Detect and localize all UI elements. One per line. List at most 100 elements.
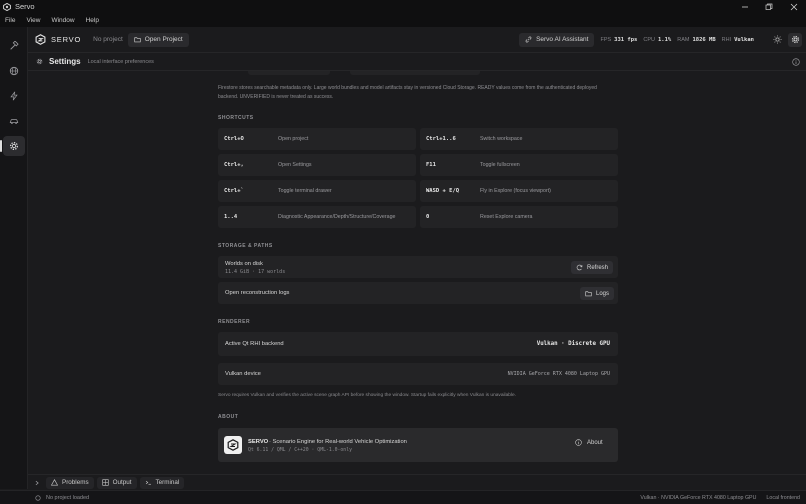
info-icon: [575, 439, 582, 446]
shortcut-row: 1..4 Diagnostic Appearance/Depth/Structu…: [218, 206, 416, 228]
ram-value: 1826 MB: [692, 36, 716, 43]
info-icon: [792, 57, 800, 66]
recon-logs-label: Open reconstruction logs: [225, 290, 290, 296]
reconstruction-logs-row: Open reconstruction logs Logs: [218, 282, 618, 304]
settings-content[interactable]: Firestore stores searchable metadata onl…: [28, 71, 806, 474]
lightning-icon: [10, 91, 18, 101]
close-button[interactable]: [782, 0, 806, 13]
shortcut-row: Ctrl+` Toggle terminal drawer: [218, 180, 416, 202]
brand-name: SERVO: [51, 35, 82, 44]
drawer-expand-button[interactable]: [34, 480, 40, 486]
rail-settings-button[interactable]: [3, 136, 25, 156]
cpu-value: 1.1%: [657, 36, 672, 43]
window-titlebar: Servo: [0, 0, 806, 13]
logs-label: Logs: [596, 290, 610, 297]
shortcut-row: Ctrl+O Open project: [218, 128, 416, 150]
scrolled-card-edge: [350, 71, 480, 75]
menu-bar: File View Window Help: [0, 13, 806, 27]
device-value: NVIDIA GeForce RTX 4080 Laptop GPU: [507, 371, 610, 377]
shortcut-row: 0 Reset Explore camera: [420, 206, 618, 228]
scrolled-card-edge: [248, 71, 330, 75]
shortcut-key: 0: [426, 214, 430, 220]
shortcut-row: Ctrl+1..6 Switch workspace: [420, 128, 618, 150]
vulkan-note: Servo requires Vulkan and verifies the a…: [218, 393, 517, 398]
tab-problems[interactable]: Problems: [46, 476, 94, 489]
open-project-button[interactable]: Open Project: [127, 32, 189, 47]
shortcut-desc: Open Settings: [278, 162, 312, 168]
shortcut-desc: Fly in Explore (focus viewport): [480, 188, 551, 194]
minimize-button[interactable]: [733, 0, 757, 13]
grid-icon: [101, 479, 109, 486]
shortcut-row: Ctrl+, Open Settings: [218, 154, 416, 176]
tab-terminal-label: Terminal: [155, 479, 180, 486]
servo-logo-icon: [35, 34, 46, 45]
globe-icon: [9, 66, 19, 76]
menu-file[interactable]: File: [5, 17, 15, 24]
logs-button[interactable]: Logs: [580, 287, 615, 300]
menu-view[interactable]: View: [26, 17, 40, 24]
storage-intro-text: Firestore stores searchable metadata onl…: [218, 85, 597, 100]
folder-icon: [134, 37, 141, 43]
settings-gear-icon: [36, 58, 43, 65]
header-settings-button[interactable]: [788, 32, 802, 47]
about-heading: ABOUT: [218, 414, 239, 420]
maximize-button[interactable]: [757, 0, 781, 13]
worlds-on-disk-row: Worlds on disk 11.4 GiB · 17 worlds Refr…: [218, 256, 618, 278]
window-title: Servo: [15, 2, 35, 11]
storage-heading: STORAGE & PATHS: [218, 243, 273, 249]
rail-vehicle-button[interactable]: [3, 111, 25, 131]
shortcut-desc: Toggle terminal drawer: [278, 188, 332, 194]
renderer-heading: RENDERER: [218, 319, 251, 325]
gear-icon: [10, 142, 18, 150]
page-header: Settings Local interface preferences: [28, 53, 806, 71]
about-button[interactable]: About: [575, 439, 603, 446]
status-circle-icon: [35, 494, 41, 501]
project-state: No project: [93, 36, 123, 43]
worlds-label: Worlds on disk: [225, 261, 263, 267]
open-project-label: Open Project: [144, 36, 183, 43]
shortcut-key: Ctrl+`: [224, 188, 244, 194]
info-button[interactable]: [792, 57, 800, 66]
terminal-icon: [145, 480, 151, 485]
refresh-button[interactable]: Refresh: [571, 261, 614, 274]
shortcut-row: WASD + E/Q Fly in Explore (focus viewpor…: [420, 180, 618, 202]
workspace-rail: [0, 27, 28, 489]
tab-terminal[interactable]: Terminal: [139, 476, 185, 489]
servo-badge-icon: [224, 436, 242, 454]
rhi-backend-row: Active Qt RHI backend Vulkan · Discrete …: [218, 332, 618, 356]
refresh-icon: [576, 264, 583, 271]
refresh-label: Refresh: [587, 264, 609, 271]
ai-assistant-label: Servo AI Assistant: [536, 36, 589, 43]
fps-value: 331 fps: [614, 36, 638, 43]
rail-runs-button[interactable]: [3, 86, 25, 106]
about-name: SERVO: [248, 439, 269, 445]
theme-toggle-button[interactable]: [770, 33, 784, 47]
link-icon: [525, 36, 532, 43]
fps-label: FPS: [600, 36, 612, 43]
shortcut-desc: Reset Explore camera: [480, 214, 533, 220]
app-header: SERVO No project Open Project Servo AI A…: [28, 27, 806, 53]
tab-problems-label: Problems: [62, 479, 89, 486]
menu-window[interactable]: Window: [51, 17, 74, 24]
tab-output[interactable]: Output: [96, 476, 137, 489]
worlds-detail: 11.4 GiB · 17 worlds: [225, 269, 286, 275]
gear-icon: [791, 35, 799, 44]
sun-icon: [772, 35, 782, 44]
menu-help[interactable]: Help: [86, 17, 99, 24]
rail-explore-button[interactable]: [3, 61, 25, 81]
drawer-tabs: Problems Output Terminal: [28, 474, 806, 490]
tab-output-label: Output: [112, 479, 132, 486]
status-gpu: Vulkan · NVIDIA GeForce RTX 4080 Laptop …: [640, 494, 757, 501]
ai-assistant-button[interactable]: Servo AI Assistant: [519, 32, 595, 47]
shortcuts-heading: SHORTCUTS: [218, 115, 254, 121]
cpu-label: CPU: [643, 36, 655, 43]
vulkan-device-row: Vulkan device NVIDIA GeForce RTX 4080 La…: [218, 363, 618, 385]
close-icon: [790, 3, 798, 10]
hammer-icon: [10, 41, 19, 50]
rail-tools-button[interactable]: [3, 36, 25, 56]
device-label: Vulkan device: [225, 371, 261, 377]
backend-label: Active Qt RHI backend: [225, 341, 284, 347]
status-left: No project loaded: [46, 494, 90, 501]
shortcut-desc: Switch workspace: [480, 136, 523, 142]
about-card: SERVO · Scenario Engine for Real-world V…: [218, 428, 618, 462]
